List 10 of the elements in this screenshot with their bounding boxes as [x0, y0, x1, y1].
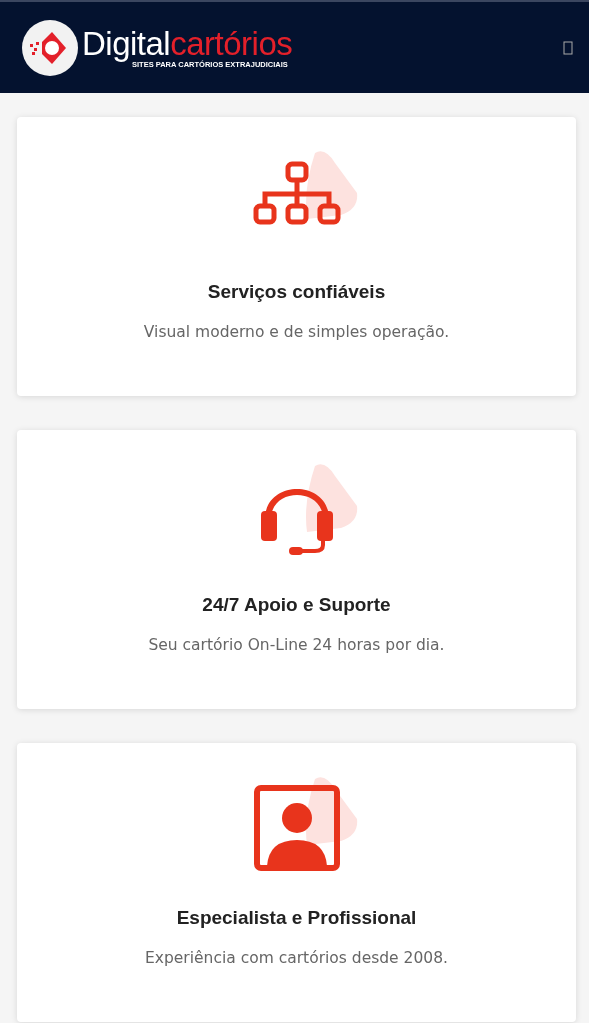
feature-text: Experiência com cartórios desde 2008. [145, 949, 448, 967]
feature-title: Serviços confiáveis [207, 281, 386, 303]
feature-text: Seu cartório On-Line 24 horas por dia. [148, 636, 445, 654]
logo-icon [22, 19, 78, 76]
logo-text: cartórios [170, 26, 293, 60]
feature-title: Especialista e Profissional [176, 907, 417, 929]
feature-text: Visual moderno e de simples operação. [143, 323, 450, 341]
menu-icon[interactable] [563, 40, 573, 55]
feature-title: 24/7 Apoio e Suporte [202, 594, 391, 616]
logo-text: Digital [82, 26, 171, 60]
